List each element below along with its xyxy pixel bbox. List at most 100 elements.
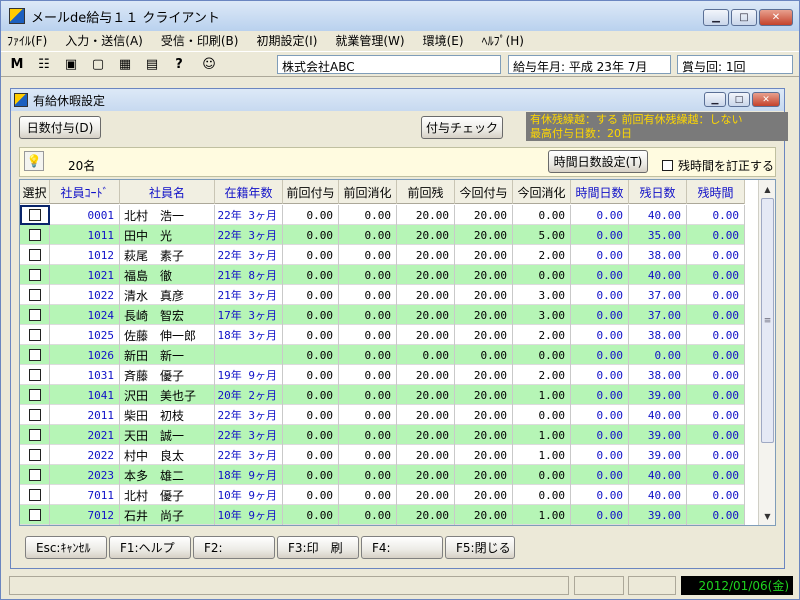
cell-name[interactable]: 北村 優子 — [120, 485, 215, 505]
cell-name[interactable]: 北村 浩一 — [120, 205, 215, 225]
cell-name[interactable]: 柴田 初枝 — [120, 405, 215, 425]
cell-remain-days[interactable]: 0.00 — [629, 345, 687, 365]
cell-prev-remain[interactable]: 20.00 — [397, 205, 455, 225]
cell-hour-days[interactable]: 0.00 — [571, 385, 629, 405]
f5-close-button[interactable]: F5:閉じる — [445, 536, 515, 559]
row-select-cell[interactable] — [20, 305, 50, 325]
table-row[interactable]: 1011 田中 光 22年 3ヶ月 0.00 0.00 20.00 20.00 5.00 0.0… — [20, 225, 745, 245]
cell-name[interactable]: 本多 雄二 — [120, 465, 215, 485]
row-select-cell[interactable] — [20, 505, 50, 525]
cell-cur-grant[interactable]: 20.00 — [455, 445, 513, 465]
cell-remain-hours[interactable]: 0.00 — [687, 205, 745, 225]
cell-cur-used[interactable]: 2.00 — [513, 245, 571, 265]
table-row[interactable]: 2023 本多 雄二 18年 9ヶ月 0.00 0.00 20.00 20.00 0.00 0.… — [20, 465, 745, 485]
cell-prev-remain[interactable]: 20.00 — [397, 385, 455, 405]
cell-remain-days[interactable]: 38.00 — [629, 365, 687, 385]
cell-remain-hours[interactable]: 0.00 — [687, 325, 745, 345]
cell-tenure[interactable]: 18年 9ヶ月 — [215, 465, 283, 485]
cell-prev-grant[interactable]: 0.00 — [283, 305, 339, 325]
cell-tenure[interactable] — [215, 345, 283, 365]
cell-cur-grant[interactable]: 20.00 — [455, 505, 513, 525]
close-button[interactable]: ✕ — [759, 9, 793, 26]
correct-remaining-hours-checkbox[interactable] — [662, 160, 673, 171]
header-prev-remain[interactable]: 前回残 — [397, 180, 455, 204]
cell-prev-remain[interactable]: 20.00 — [397, 505, 455, 525]
cell-name[interactable]: 天田 誠一 — [120, 425, 215, 445]
cell-prev-remain[interactable]: 20.00 — [397, 425, 455, 445]
cell-prev-grant[interactable]: 0.00 — [283, 265, 339, 285]
header-tenure[interactable]: 在籍年数 — [215, 180, 283, 204]
cell-code[interactable]: 1031 — [50, 365, 120, 385]
cell-hour-days[interactable]: 0.00 — [571, 505, 629, 525]
cell-prev-grant[interactable]: 0.00 — [283, 285, 339, 305]
table-row[interactable]: 2011 柴田 初枝 22年 3ヶ月 0.00 0.00 20.00 20.00 0.00 0.… — [20, 405, 745, 425]
cell-name[interactable]: 佐藤 伸一郎 — [120, 325, 215, 345]
cell-hour-days[interactable]: 0.00 — [571, 305, 629, 325]
row-select-checkbox[interactable] — [28, 309, 41, 321]
cell-remain-days[interactable]: 38.00 — [629, 325, 687, 345]
cell-prev-used[interactable]: 0.00 — [339, 345, 397, 365]
row-select-checkbox[interactable] — [28, 289, 41, 301]
cell-remain-hours[interactable]: 0.00 — [687, 485, 745, 505]
minimize-button[interactable]: ▁ — [703, 9, 729, 26]
cell-tenure[interactable]: 18年 3ヶ月 — [215, 325, 283, 345]
table-row[interactable]: 2022 村中 良太 22年 3ヶ月 0.00 0.00 20.00 20.00 1.00 0.… — [20, 445, 745, 465]
cell-prev-grant[interactable]: 0.00 — [283, 405, 339, 425]
grant-days-button[interactable]: 日数付与(D) — [19, 116, 101, 139]
row-select-checkbox[interactable] — [28, 449, 41, 461]
header-prev-used[interactable]: 前回消化 — [339, 180, 397, 204]
cell-code[interactable]: 1026 — [50, 345, 120, 365]
header-remain-hours[interactable]: 残時間 — [687, 180, 745, 204]
cell-cur-used[interactable]: 0.00 — [513, 405, 571, 425]
cell-name[interactable]: 村中 良太 — [120, 445, 215, 465]
table-row[interactable]: 7011 北村 優子 10年 9ヶ月 0.00 0.00 20.00 20.00 0.00 0.… — [20, 485, 745, 505]
row-select-cell[interactable] — [20, 385, 50, 405]
cell-tenure[interactable]: 17年 3ヶ月 — [215, 305, 283, 325]
cell-cur-used[interactable]: 1.00 — [513, 445, 571, 465]
table-row[interactable]: 1026 新田 新一 0.00 0.00 0.00 0.00 0.00 0.00 0.00 0.0… — [20, 345, 745, 365]
cell-tenure[interactable]: 19年 9ヶ月 — [215, 365, 283, 385]
cell-prev-grant[interactable]: 0.00 — [283, 425, 339, 445]
cell-tenure[interactable]: 21年 3ヶ月 — [215, 285, 283, 305]
cell-cur-used[interactable]: 0.00 — [513, 485, 571, 505]
cell-name[interactable]: 石井 尚子 — [120, 505, 215, 525]
header-prev-grant[interactable]: 前回付与 — [283, 180, 339, 204]
cell-prev-grant[interactable]: 0.00 — [283, 205, 339, 225]
cell-cur-grant[interactable]: 20.00 — [455, 425, 513, 445]
row-select-checkbox[interactable] — [28, 249, 41, 261]
row-select-cell[interactable] — [20, 325, 50, 345]
cell-cur-grant[interactable]: 20.00 — [455, 285, 513, 305]
header-remain-days[interactable]: 残日数 — [629, 180, 687, 204]
row-select-cell[interactable] — [20, 405, 50, 425]
cell-cur-grant[interactable]: 20.00 — [455, 465, 513, 485]
cell-cur-used[interactable]: 5.00 — [513, 225, 571, 245]
row-select-cell[interactable] — [20, 485, 50, 505]
cell-cur-used[interactable]: 3.00 — [513, 285, 571, 305]
table-row[interactable]: 1024 長崎 智宏 17年 3ヶ月 0.00 0.00 20.00 20.00 3.00 0.… — [20, 305, 745, 325]
cell-tenure[interactable]: 10年 9ヶ月 — [215, 505, 283, 525]
cell-prev-remain[interactable]: 20.00 — [397, 365, 455, 385]
cell-prev-remain[interactable]: 20.00 — [397, 445, 455, 465]
cell-remain-hours[interactable]: 0.00 — [687, 385, 745, 405]
cell-cur-used[interactable]: 1.00 — [513, 425, 571, 445]
cell-prev-grant[interactable]: 0.00 — [283, 505, 339, 525]
cell-name[interactable]: 新田 新一 — [120, 345, 215, 365]
cell-prev-used[interactable]: 0.00 — [339, 225, 397, 245]
cell-prev-used[interactable]: 0.00 — [339, 305, 397, 325]
child-title-bar[interactable]: 有給休暇設定 ▁ □ ✕ — [11, 89, 784, 111]
f2-button[interactable]: F2: — [193, 536, 275, 559]
row-select-cell[interactable] — [20, 205, 50, 225]
cell-prev-remain[interactable]: 0.00 — [397, 345, 455, 365]
lightbulb-icon[interactable]: 💡 — [24, 151, 44, 171]
menu-work-management[interactable]: 就業管理(W) — [335, 32, 404, 49]
cell-remain-hours[interactable]: 0.00 — [687, 505, 745, 525]
cell-code[interactable]: 7012 — [50, 505, 120, 525]
header-code[interactable]: 社員ｺｰﾄﾞ — [50, 180, 120, 204]
cell-tenure[interactable]: 20年 2ヶ月 — [215, 385, 283, 405]
cell-prev-used[interactable]: 0.00 — [339, 505, 397, 525]
cell-name[interactable]: 福島 徹 — [120, 265, 215, 285]
cell-cur-grant[interactable]: 20.00 — [455, 365, 513, 385]
cell-cur-used[interactable]: 2.00 — [513, 365, 571, 385]
cell-prev-used[interactable]: 0.00 — [339, 445, 397, 465]
cell-remain-hours[interactable]: 0.00 — [687, 425, 745, 445]
